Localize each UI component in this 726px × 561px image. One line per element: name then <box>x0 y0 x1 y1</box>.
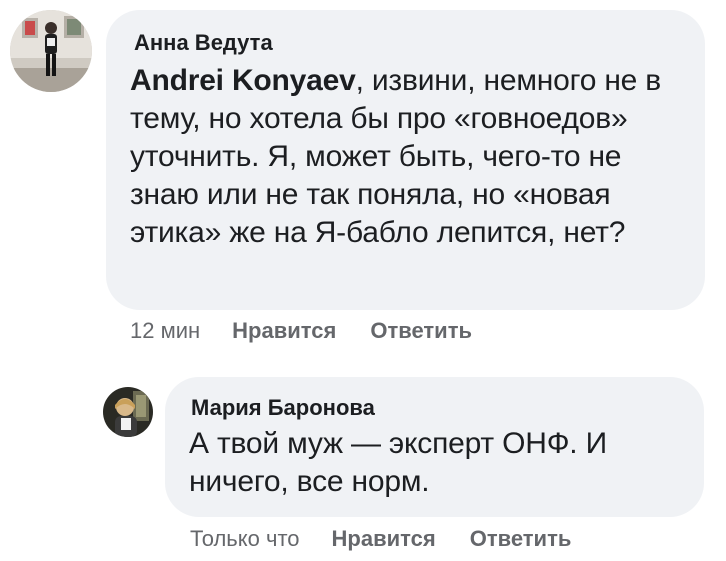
like-button[interactable]: Нравится <box>232 318 336 344</box>
reply-button[interactable]: Ответить <box>370 318 472 344</box>
comment-text: А твой муж — эксперт ОНФ. И ничего, все … <box>189 427 607 498</box>
user-avatar-photo-icon <box>103 387 153 437</box>
avatar-maria[interactable] <box>103 387 153 437</box>
comment-text: Andrei Konyaev, извини, немного не в тем… <box>130 62 681 252</box>
avatar-anna[interactable] <box>10 10 92 92</box>
comment-actions: 12 мин Нравится Ответить <box>130 318 506 344</box>
comment-thread: Анна Ведута Andrei Konyaev, извини, немн… <box>0 0 726 561</box>
comment-author[interactable]: Мария Баронова <box>191 395 375 421</box>
reply-button[interactable]: Ответить <box>470 526 572 552</box>
like-button[interactable]: Нравится <box>332 526 436 552</box>
comment-actions: Только что Нравится Ответить <box>190 526 605 552</box>
comment-timestamp[interactable]: 12 мин <box>130 318 200 344</box>
user-avatar-photo-icon <box>10 10 92 92</box>
comment-bubble: Анна Ведута Andrei Konyaev, извини, немн… <box>106 10 705 310</box>
comment-timestamp[interactable]: Только что <box>190 526 300 552</box>
mention-link[interactable]: Andrei Konyaev <box>130 64 356 97</box>
comment-author[interactable]: Анна Ведута <box>134 30 273 56</box>
reply-bubble: Мария Баронова А твой муж — эксперт ОНФ.… <box>165 377 704 517</box>
